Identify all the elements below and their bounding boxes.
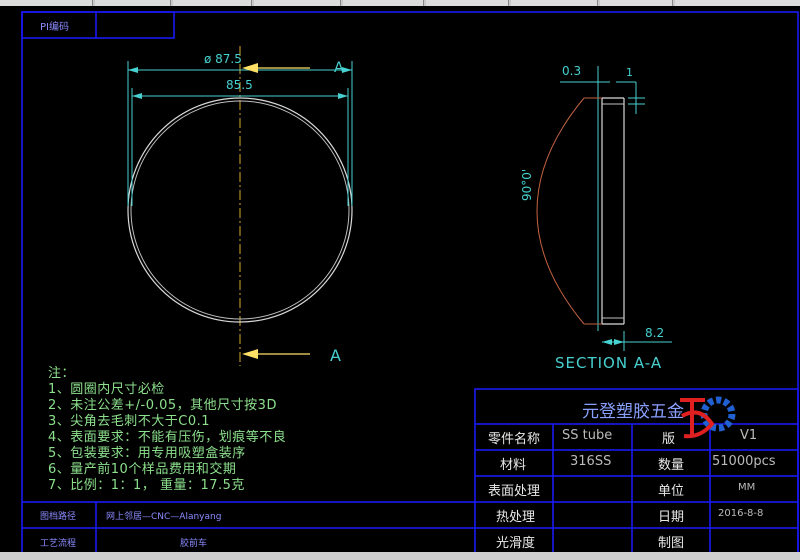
tb-material-value: 316SS (570, 454, 612, 469)
tb-surface-label: 表面处理 (488, 484, 541, 499)
pi-code-label: PI编码 (40, 22, 69, 33)
footer-process-value: 胶前车 (180, 539, 208, 549)
footer-process-label: 工艺流程 (40, 539, 77, 549)
tb-smooth-label: 光滑度 (496, 536, 536, 551)
tb-date-label: 日期 (658, 510, 685, 525)
tb-part-name-value: SS tube (562, 428, 613, 443)
dim-width: 8.2 (645, 326, 665, 340)
section-mark-top: A (334, 60, 344, 76)
company-name: 元登塑胶五金 (582, 402, 684, 422)
tb-unit-label: 单位 (658, 484, 685, 499)
tb-material-label: 材料 (500, 458, 527, 473)
footer-path-value: 网上邻居—CNC—Alanyang (106, 512, 222, 522)
dim-inner-diameter: 85.5 (226, 78, 253, 92)
tb-unit-value: MM (738, 482, 756, 493)
angle-arc (536, 97, 585, 325)
tb-drafter-label: 制图 (658, 536, 685, 551)
tb-heat-label: 热处理 (496, 510, 536, 525)
section-mark-bottom: A (330, 346, 341, 365)
section-title: SECTION A-A (555, 354, 663, 372)
tb-version-label: 版 (662, 432, 676, 447)
cad-drawing-canvas[interactable]: PI编码 ø 87.5 85.5 A A 0.3 1 90°0' 8.2 SEC… (0, 6, 800, 560)
footer-path-label: 图档路径 (40, 512, 77, 522)
dim-chamfer: 1 (626, 66, 633, 79)
tb-version-value: V1 (740, 428, 758, 443)
tb-date-value: 2016-8-8 (718, 508, 764, 519)
company-logo (680, 396, 736, 439)
status-bar (0, 552, 800, 560)
tb-quantity-label: 数量 (658, 458, 685, 473)
tb-part-name-label: 零件名称 (488, 432, 541, 447)
tb-quantity-value: 51000pcs (712, 454, 776, 469)
dim-angle: 90°0' (520, 168, 534, 201)
note-item: 7、比例：1：1， 重量：17.5克 (48, 478, 245, 493)
dim-outer-diameter: ø 87.5 (204, 52, 242, 66)
dim-thickness: 0.3 (562, 64, 582, 78)
